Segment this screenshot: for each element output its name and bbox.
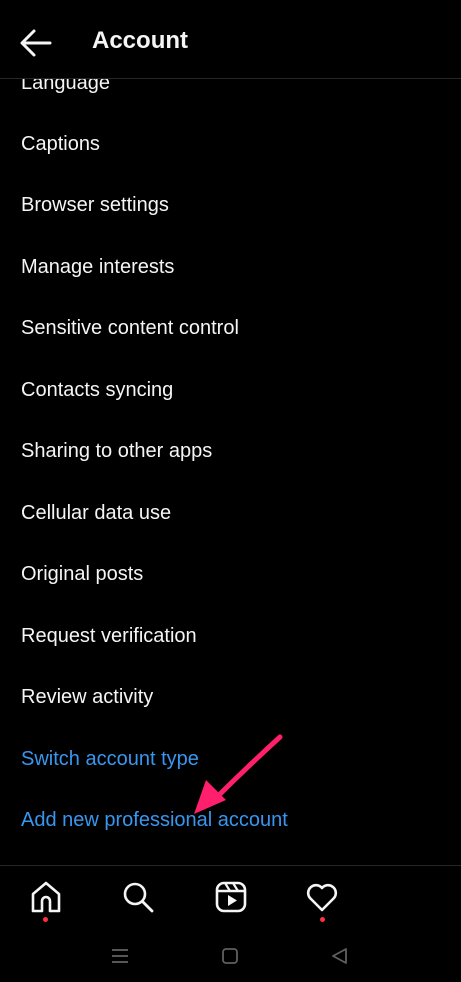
home-square-icon[interactable] bbox=[219, 945, 241, 967]
arrow-left-icon[interactable] bbox=[18, 26, 54, 60]
bottom-tab-bar bbox=[0, 865, 461, 935]
back-triangle-icon[interactable] bbox=[329, 945, 351, 967]
activity-notification-dot bbox=[320, 917, 325, 922]
heart-icon[interactable] bbox=[305, 880, 339, 914]
reels-icon[interactable] bbox=[214, 880, 248, 914]
search-icon[interactable] bbox=[121, 880, 155, 914]
menu-item-sensitive-content[interactable]: Sensitive content control bbox=[21, 316, 239, 340]
settings-list: Language Captions Browser settings Manag… bbox=[0, 79, 461, 865]
system-navigation-bar bbox=[0, 935, 461, 982]
menu-item-cellular-data-use[interactable]: Cellular data use bbox=[21, 501, 171, 525]
menu-item-language[interactable]: Language bbox=[21, 79, 110, 95]
home-notification-dot bbox=[43, 917, 48, 922]
menu-icon[interactable] bbox=[109, 945, 131, 967]
page-title: Account bbox=[92, 27, 188, 54]
menu-item-manage-interests[interactable]: Manage interests bbox=[21, 255, 174, 279]
menu-item-review-activity[interactable]: Review activity bbox=[21, 685, 153, 709]
menu-item-captions[interactable]: Captions bbox=[21, 132, 100, 156]
menu-item-original-posts[interactable]: Original posts bbox=[21, 562, 143, 586]
top-app-bar: Account bbox=[0, 0, 461, 79]
home-icon[interactable] bbox=[29, 880, 63, 914]
switch-account-type-link[interactable]: Switch account type bbox=[21, 747, 199, 771]
menu-item-sharing-to-other-apps[interactable]: Sharing to other apps bbox=[21, 439, 212, 463]
menu-item-contacts-syncing[interactable]: Contacts syncing bbox=[21, 378, 173, 402]
add-professional-account-link[interactable]: Add new professional account bbox=[21, 808, 288, 832]
menu-item-browser-settings[interactable]: Browser settings bbox=[21, 193, 169, 217]
menu-item-request-verification[interactable]: Request verification bbox=[21, 624, 197, 648]
